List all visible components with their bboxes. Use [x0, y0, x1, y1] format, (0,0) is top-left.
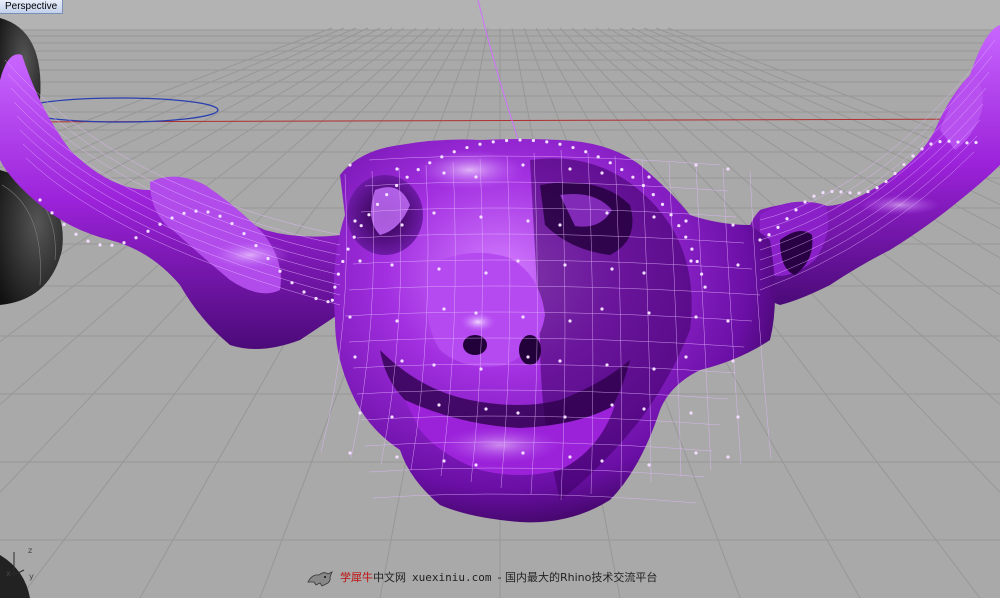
watermark-tagline: - 国内最大的Rhino技术交流平台	[497, 571, 658, 584]
watermark-site-red: 学犀牛	[340, 571, 373, 584]
rhino-logo-icon	[307, 571, 333, 587]
z-axis-label: z	[28, 546, 33, 555]
perspective-viewport[interactable]: Perspective z x y 学犀牛 中文网 xuexiniu.com - …	[0, 0, 1000, 598]
viewport-scene[interactable]	[0, 0, 1000, 598]
x-axis-label: x	[6, 569, 11, 578]
y-axis-label: y	[29, 572, 34, 581]
viewport-title-tab[interactable]: Perspective	[0, 0, 64, 14]
watermark-url: xuexiniu.com	[412, 570, 492, 584]
watermark-site-dark: 中文网	[373, 571, 406, 584]
watermark: 学犀牛 中文网 xuexiniu.com - 国内最大的Rhino技术交流平台	[306, 565, 657, 589]
